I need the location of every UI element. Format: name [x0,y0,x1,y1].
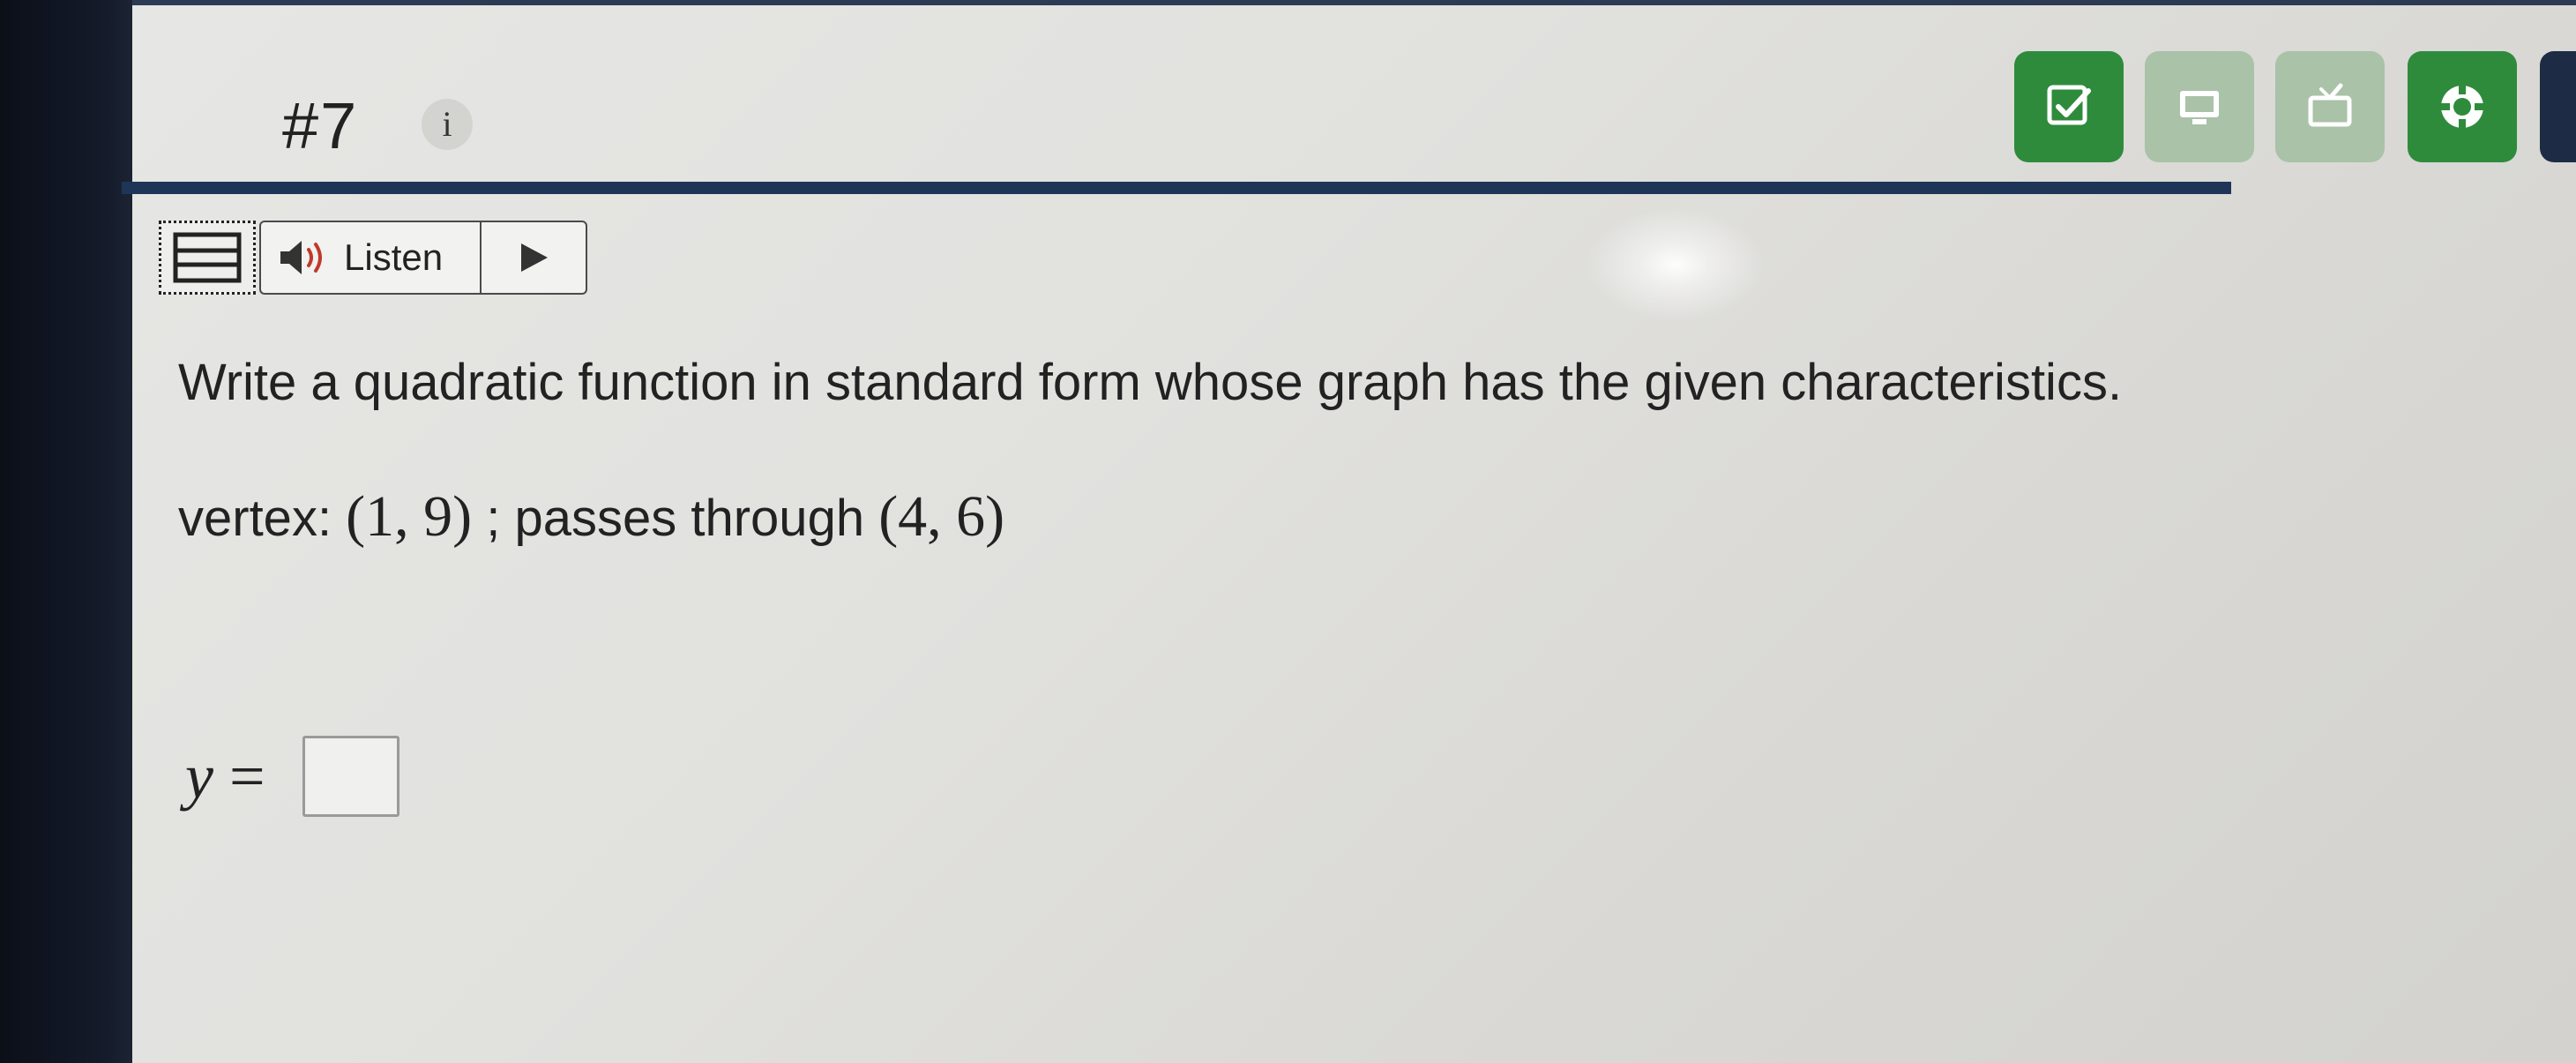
tv-button[interactable] [2275,51,2385,162]
question-conditions: vertex: (1, 9) ; passes through (4, 6) [178,483,1004,550]
equals-sign: = [228,740,265,812]
vertex-value: (1, 9) [346,484,473,549]
speaker-icon [280,241,322,274]
listen-toolbar: Listen [159,221,587,295]
screen-button[interactable] [2145,51,2254,162]
listen-label: Listen [344,236,444,278]
answer-row: y = [185,736,399,817]
point-value: (4, 6) [878,484,1005,549]
vertex-label: vertex: [178,490,347,547]
listen-button[interactable]: Listen [259,221,480,295]
question-number: #7 [282,89,359,162]
tv-icon [2308,83,2352,127]
header-divider [122,182,2231,194]
check-answer-icon [2047,85,2091,125]
toolbar-overflow-button[interactable] [2540,51,2576,162]
help-button[interactable] [2408,51,2517,162]
help-lifebuoy-icon [2439,84,2485,130]
check-answer-button[interactable] [2014,51,2124,162]
screen: #7 i Listen Write a quadratic function i… [0,0,2576,1063]
answer-variable: y [185,740,213,812]
passes-through-label: ; passes through [472,490,879,547]
info-icon[interactable]: i [422,99,473,150]
answer-input[interactable] [302,736,399,817]
grid-menu-icon [173,232,242,283]
question-prompt: Write a quadratic function in standard f… [178,354,2123,411]
screen-icon [2180,91,2219,124]
play-icon [521,243,548,272]
grid-menu-button[interactable] [159,221,256,295]
play-button[interactable] [480,221,587,295]
monitor-bezel [0,0,132,1063]
